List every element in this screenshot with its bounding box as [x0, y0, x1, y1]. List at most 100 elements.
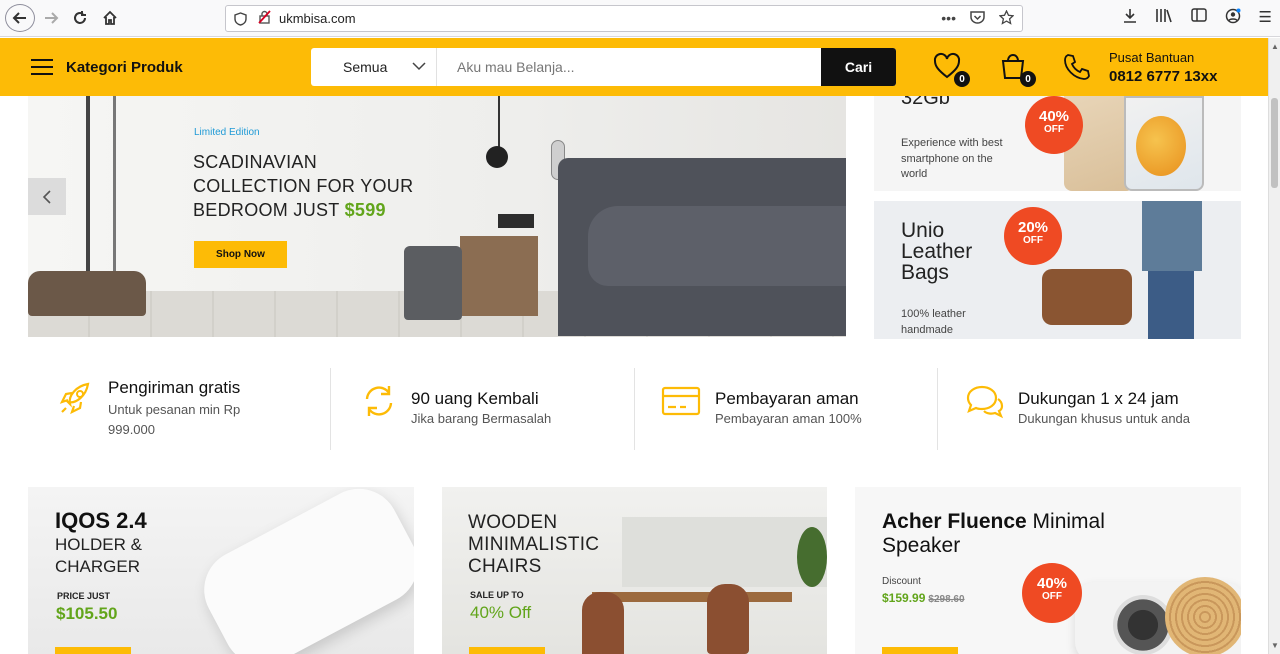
forward-button[interactable]	[37, 5, 65, 31]
discount-label: Discount	[882, 576, 921, 587]
menu-icon[interactable]: ☰	[1259, 8, 1272, 28]
chevron-left-icon	[42, 189, 51, 204]
back-arrow-icon	[12, 12, 26, 24]
feature-title: Pengiriman gratis	[108, 378, 241, 397]
page-scrollbar[interactable]: ▲ ▼	[1268, 38, 1280, 654]
promo-card-iqos[interactable]: IQOS 2.4 HOLDER & CHARGER PRICE JUST $10…	[28, 487, 414, 654]
hero-banner[interactable]: Limited Edition SCADINAVIAN COLLECTION F…	[28, 96, 846, 337]
back-button[interactable]	[5, 4, 35, 32]
side-banner-leather-bags[interactable]: Unio Leather Bags 100% leather handmade …	[874, 201, 1241, 339]
feature-free-shipping: Pengiriman gratis Untuk pesanan min Rp 9…	[28, 368, 328, 450]
account-icon[interactable]	[1225, 8, 1241, 28]
reload-icon	[74, 11, 86, 24]
download-icon[interactable]	[1123, 8, 1137, 28]
scroll-down-arrow-icon[interactable]: ▼	[1271, 641, 1279, 650]
blanket-image	[588, 206, 846, 286]
phone-icon	[1062, 52, 1096, 86]
rocket-icon	[59, 382, 90, 415]
iqos-device-image	[190, 487, 414, 654]
library-icon[interactable]	[1155, 8, 1173, 28]
books-image	[498, 214, 534, 228]
hero-badge: Limited Edition	[194, 127, 260, 138]
wood-stool-image	[28, 271, 146, 316]
bookmark-star-icon[interactable]	[998, 9, 1015, 28]
hamburger-menu-icon[interactable]	[31, 59, 53, 75]
side-banner-description: Experience with best smartphone on the w…	[901, 137, 1003, 180]
hero-price: $599	[344, 200, 386, 220]
promo-shop-button[interactable]	[882, 647, 958, 654]
search-input[interactable]	[437, 48, 821, 86]
feature-subtitle: Pembayaran aman 100%	[715, 411, 862, 426]
reload-button[interactable]	[66, 5, 94, 31]
chair-image	[707, 584, 749, 654]
search-button[interactable]: Cari	[821, 48, 896, 86]
category-menu[interactable]: Kategori Produk	[66, 59, 183, 76]
feature-title: 90 uang Kembali	[411, 389, 539, 408]
chevron-down-icon	[412, 60, 426, 74]
search-category-value: Semua	[343, 59, 388, 75]
feature-secure-payment: Pembayaran aman Pembayaran aman 100%	[635, 368, 937, 450]
side-banner-title: Unio Leather Bags	[901, 219, 973, 284]
discount-badge: 20% OFF	[1004, 207, 1062, 265]
help-phone: 0812 6777 13xx	[1109, 68, 1218, 85]
promo-shop-button[interactable]	[55, 647, 131, 654]
scroll-up-arrow-icon[interactable]: ▲	[1271, 42, 1279, 51]
help-center[interactable]: Pusat Bantuan 0812 6777 13xx	[1109, 50, 1217, 85]
feature-subtitle: Dukungan khusus untuk anda	[1018, 411, 1191, 426]
promo-subtitle: HOLDER & CHARGER	[55, 535, 142, 576]
discount-badge: 40% OFF	[1025, 96, 1083, 154]
shop-now-button[interactable]: Shop Now	[194, 241, 287, 268]
search-bar: Semua Cari	[311, 48, 896, 86]
leather-bag-image	[1042, 269, 1132, 325]
sale-label: SALE UP TO	[470, 590, 524, 600]
browser-toolbar: ukmbisa.com ••• ☰	[0, 0, 1280, 37]
hero-title-line3: BEDROOM JUST $599	[193, 200, 386, 220]
dining-table-image	[592, 592, 792, 602]
feature-money-back: 90 uang Kembali Jika barang Bermasalah	[331, 368, 634, 450]
side-banner-title: 32Gb	[901, 96, 950, 109]
side-banner-smartphone[interactable]: 32Gb Experience with best smartphone on …	[874, 96, 1241, 191]
plant-image	[797, 527, 827, 587]
hero-title-line1: SCADINAVIAN	[193, 152, 317, 172]
tracking-shield-icon[interactable]	[234, 11, 248, 26]
promo-shop-button[interactable]	[469, 647, 545, 654]
features-row: Pengiriman gratis Untuk pesanan min Rp 9…	[28, 368, 1241, 450]
refresh-icon	[365, 386, 393, 416]
feature-subtitle: Untuk pesanan min Rp 999.000	[108, 402, 241, 437]
forward-arrow-icon	[45, 12, 59, 24]
site-header: Kategori Produk Semua Cari 0 0 Pusat Ban…	[0, 38, 1268, 96]
feature-title: Dukungan 1 x 24 jam	[1018, 389, 1179, 408]
betta-fish-image	[1136, 116, 1186, 176]
chat-icon	[966, 385, 1004, 419]
chair-image	[582, 592, 624, 654]
page-actions-icon[interactable]: •••	[941, 10, 956, 28]
wishlist-button[interactable]: 0	[932, 51, 970, 87]
side-banner-description: 100% leather handmade	[901, 308, 966, 336]
help-title: Pusat Bantuan	[1109, 50, 1195, 65]
scrollbar-thumb[interactable]	[1271, 98, 1278, 188]
handbag-image	[404, 246, 462, 320]
promo-card-chairs[interactable]: WOODEN MINIMALISTIC CHAIRS SALE UP TO 40…	[442, 487, 827, 654]
address-bar[interactable]: ukmbisa.com •••	[225, 5, 1023, 32]
url-text[interactable]: ukmbisa.com	[279, 11, 356, 26]
old-price: $298.60	[928, 594, 965, 605]
search-category-select[interactable]: Semua	[311, 48, 437, 86]
feature-support: Dukungan 1 x 24 jam Dukungan khusus untu…	[938, 368, 1241, 450]
feature-subtitle: Jika barang Bermasalah	[411, 411, 552, 426]
promo-card-speaker[interactable]: Acher Fluence Minimal Speaker Discount $…	[855, 487, 1241, 654]
pocket-icon[interactable]	[970, 10, 985, 28]
home-icon	[103, 10, 117, 25]
slider-prev-button[interactable]	[28, 178, 66, 215]
hero-title-line2: COLLECTION FOR YOUR	[193, 176, 414, 196]
cart-button[interactable]: 0	[998, 51, 1036, 87]
speaker-wood-image	[1165, 577, 1241, 654]
promo-price: $105.50	[56, 604, 118, 623]
wooden-crate-image	[460, 236, 538, 316]
credit-card-icon	[661, 386, 701, 416]
home-button[interactable]	[96, 5, 124, 31]
sale-value: 40% Off	[470, 603, 532, 622]
sidebar-toggle-icon[interactable]	[1190, 8, 1207, 28]
feature-title: Pembayaran aman	[715, 389, 859, 408]
insecure-lock-icon[interactable]	[258, 10, 271, 27]
promo-title: IQOS 2.4	[55, 508, 147, 533]
